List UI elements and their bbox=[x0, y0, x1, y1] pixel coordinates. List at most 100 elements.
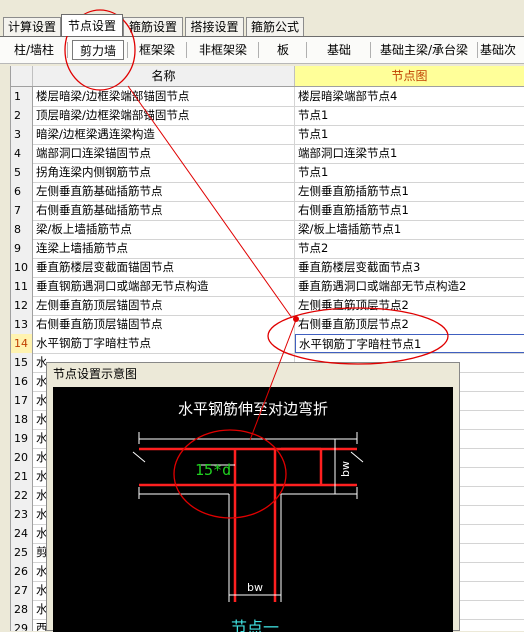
row-number-header bbox=[11, 66, 33, 86]
subtab-foundation-main-beam[interactable]: 基础主梁/承台梁 bbox=[374, 40, 474, 60]
row-node-cell[interactable]: 左侧垂直筋顶层节点2 bbox=[295, 296, 524, 315]
column-header-node[interactable]: 节点图 bbox=[295, 66, 524, 86]
table-row[interactable]: 3 暗梁/边框梁遇连梁构造 节点1 bbox=[11, 125, 524, 145]
table-row[interactable]: 10 垂直筋楼层变截面锚固节点 垂直筋楼层变截面节点3 bbox=[11, 258, 524, 278]
dialog-title: 节点设置示意图 bbox=[47, 363, 459, 385]
row-number: 26 bbox=[11, 562, 33, 581]
row-node-cell[interactable]: 节点1 bbox=[295, 106, 524, 125]
row-number: 18 bbox=[11, 410, 33, 429]
row-number: 15 bbox=[11, 353, 33, 372]
subtab-shear-wall[interactable]: 剪力墙 bbox=[72, 40, 124, 60]
row-number: 14 bbox=[11, 334, 33, 353]
row-number: 28 bbox=[11, 600, 33, 619]
divider bbox=[127, 42, 128, 58]
row-name-cell: 连梁上墙插筋节点 bbox=[33, 239, 295, 258]
row-number: 29 bbox=[11, 619, 33, 631]
diagram-heading: 水平钢筋伸至对边弯折 bbox=[178, 400, 328, 418]
subtab-slab[interactable]: 板 bbox=[262, 40, 304, 60]
divider bbox=[370, 42, 371, 58]
subtab-frame-beam[interactable]: 框架梁 bbox=[130, 40, 184, 60]
subtab-column-wallcolumn[interactable]: 柱/墙柱 bbox=[4, 40, 64, 60]
row-node-cell[interactable]: 楼层暗梁端部节点4 bbox=[295, 87, 524, 106]
break-mark-right-zigzag bbox=[350, 451, 364, 463]
tab-lap-settings[interactable]: 搭接设置 bbox=[185, 17, 244, 36]
table-row[interactable]: 8 梁/板上墙插筋节点 梁/板上墙插筋节点1 bbox=[11, 220, 524, 240]
divider bbox=[186, 42, 187, 58]
row-node-cell[interactable]: 垂直筋遇洞口或端部无节点构造2 bbox=[295, 277, 524, 296]
row-name-cell: 水平钢筋丁字暗柱节点 bbox=[33, 334, 295, 353]
row-name-cell: 垂直筋楼层变截面锚固节点 bbox=[33, 258, 295, 277]
row-name-cell: 右侧垂直筋顶层锚固节点 bbox=[33, 315, 295, 334]
tab-node-settings[interactable]: 节点设置 bbox=[61, 14, 123, 36]
row-node-cell[interactable]: 水平钢筋丁字暗柱节点1 bbox=[295, 334, 524, 353]
row-name-cell: 楼层暗梁/边框梁端部锚固节点 bbox=[33, 87, 295, 106]
tab-stirrup-settings[interactable]: 箍筋设置 bbox=[123, 17, 183, 36]
subtab-foundation[interactable]: 基础 bbox=[310, 40, 368, 60]
divider bbox=[306, 42, 307, 58]
row-number: 25 bbox=[11, 543, 33, 562]
row-number: 24 bbox=[11, 524, 33, 543]
column-width-label: bw bbox=[247, 581, 263, 594]
tab-calc-settings[interactable]: 计算设置 bbox=[3, 17, 61, 36]
row-number: 11 bbox=[11, 277, 33, 296]
node-diagram-canvas: 水平钢筋伸至对边弯折 15*d bw bw 节点一 bbox=[53, 387, 453, 632]
column-header-name[interactable]: 名称 bbox=[33, 66, 295, 86]
wall-thickness-label: bw bbox=[339, 461, 352, 477]
row-number: 6 bbox=[11, 182, 33, 201]
table-row[interactable]: 13 右侧垂直筋顶层锚固节点 右侧垂直筋顶层节点2 bbox=[11, 315, 524, 335]
table-row[interactable]: 2 顶层暗梁/边框梁端部锚固节点 节点1 bbox=[11, 106, 524, 126]
table-header: 名称 节点图 bbox=[11, 66, 524, 87]
table-row[interactable]: 4 端部洞口连梁锚固节点 端部洞口连梁节点1 bbox=[11, 144, 524, 164]
row-node-cell[interactable]: 端部洞口连梁节点1 bbox=[295, 144, 524, 163]
row-number: 12 bbox=[11, 296, 33, 315]
row-number: 2 bbox=[11, 106, 33, 125]
table-row[interactable]: 14 水平钢筋丁字暗柱节点 水平钢筋丁字暗柱节点1 bbox=[11, 334, 524, 354]
row-name-cell: 顶层暗梁/边框梁端部锚固节点 bbox=[33, 106, 295, 125]
table-row[interactable]: 6 左侧垂直筋基础插筋节点 左侧垂直筋插筋节点1 bbox=[11, 182, 524, 202]
table-row[interactable]: 9 连梁上墙插筋节点 节点2 bbox=[11, 239, 524, 259]
row-number: 22 bbox=[11, 486, 33, 505]
row-number: 17 bbox=[11, 391, 33, 410]
row-number: 5 bbox=[11, 163, 33, 182]
row-node-cell[interactable]: 左侧垂直筋插筋节点1 bbox=[295, 182, 524, 201]
row-name-cell: 端部洞口连梁锚固节点 bbox=[33, 144, 295, 163]
divider bbox=[477, 42, 478, 58]
divider bbox=[67, 42, 68, 58]
table-row[interactable]: 7 右侧垂直筋基础插筋节点 右侧垂直筋插筋节点1 bbox=[11, 201, 524, 221]
row-number: 4 bbox=[11, 144, 33, 163]
row-number: 21 bbox=[11, 467, 33, 486]
row-node-cell[interactable]: 节点1 bbox=[295, 125, 524, 144]
main-tab-bar: 计算设置 节点设置 箍筋设置 搭接设置 箍筋公式 bbox=[0, 0, 524, 36]
row-number: 23 bbox=[11, 505, 33, 524]
row-node-cell[interactable]: 垂直筋楼层变截面节点3 bbox=[295, 258, 524, 277]
node-diagram: 水平钢筋伸至对边弯折 15*d bw bw 节点一 bbox=[132, 400, 364, 632]
row-number: 19 bbox=[11, 429, 33, 448]
row-node-cell[interactable]: 右侧垂直筋顶层节点2 bbox=[295, 315, 524, 334]
row-number: 10 bbox=[11, 258, 33, 277]
divider bbox=[258, 42, 259, 58]
table-row[interactable]: 1 楼层暗梁/边框梁端部锚固节点 楼层暗梁端部节点4 bbox=[11, 87, 524, 107]
row-node-cell[interactable]: 右侧垂直筋插筋节点1 bbox=[295, 201, 524, 220]
row-node-cell[interactable]: 节点2 bbox=[295, 239, 524, 258]
row-node-cell[interactable]: 梁/板上墙插筋节点1 bbox=[295, 220, 524, 239]
row-node-cell[interactable]: 节点1 bbox=[295, 163, 524, 182]
row-name-cell: 暗梁/边框梁遇连梁构造 bbox=[33, 125, 295, 144]
subtab-nonframe-beam[interactable]: 非框架梁 bbox=[190, 40, 256, 60]
member-type-bar: 柱/墙柱 剪力墙 框架梁 非框架梁 板 基础 基础主梁/承台梁 基础次 bbox=[0, 36, 524, 64]
row-number: 3 bbox=[11, 125, 33, 144]
row-name-cell: 梁/板上墙插筋节点 bbox=[33, 220, 295, 239]
row-number: 20 bbox=[11, 448, 33, 467]
anchor-length-label: 15*d bbox=[195, 461, 231, 479]
table-row[interactable]: 12 左侧垂直筋顶层锚固节点 左侧垂直筋顶层节点2 bbox=[11, 296, 524, 316]
table-row[interactable]: 5 拐角连梁内侧钢筋节点 节点1 bbox=[11, 163, 524, 183]
node-diagram-dialog: 节点设置示意图 水平钢筋伸至对边弯折 15*d bw bw 节点一 bbox=[46, 362, 460, 632]
table-row[interactable]: 11 垂直钢筋遇洞口或端部无节点构造 垂直筋遇洞口或端部无节点构造2 bbox=[11, 277, 524, 297]
row-number: 9 bbox=[11, 239, 33, 258]
row-number: 16 bbox=[11, 372, 33, 391]
tab-stirrup-formula[interactable]: 箍筋公式 bbox=[246, 17, 304, 36]
row-name-cell: 拐角连梁内侧钢筋节点 bbox=[33, 163, 295, 182]
row-number: 27 bbox=[11, 581, 33, 600]
subtab-foundation-secondary[interactable]: 基础次 bbox=[480, 40, 524, 60]
row-number: 13 bbox=[11, 315, 33, 334]
row-name-cell: 左侧垂直筋顶层锚固节点 bbox=[33, 296, 295, 315]
